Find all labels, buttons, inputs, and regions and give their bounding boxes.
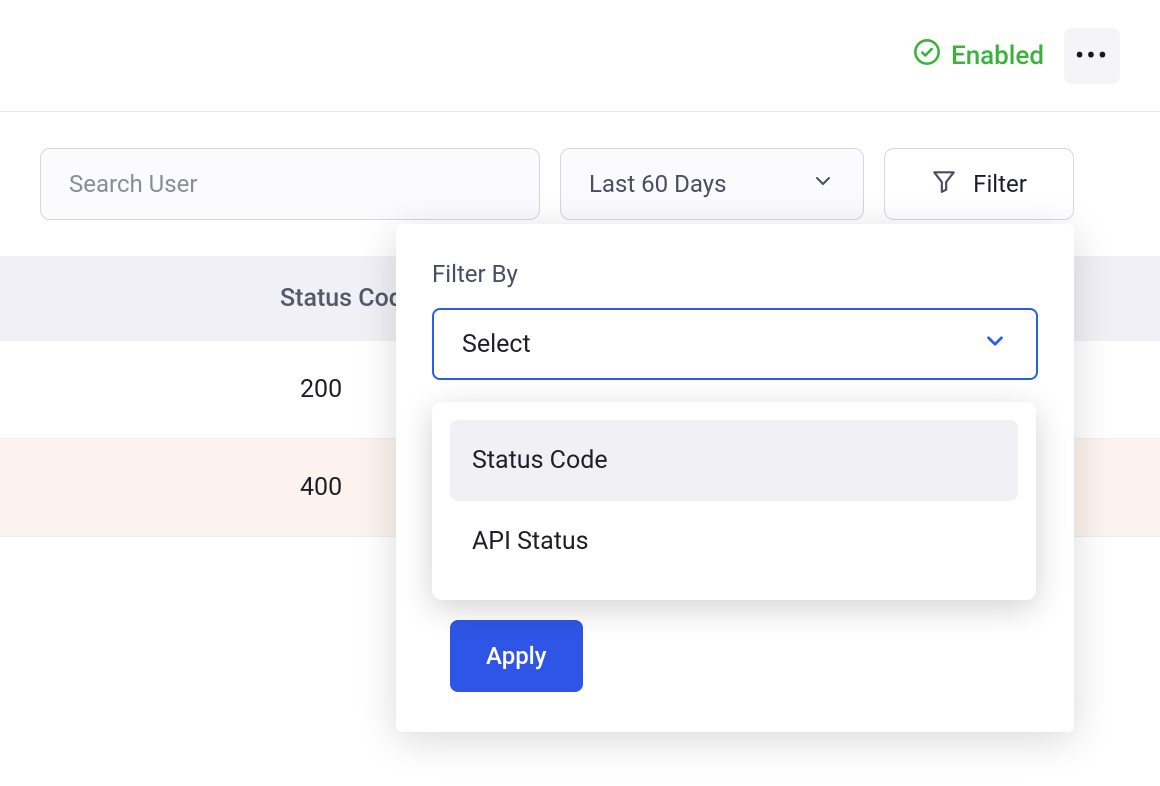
- status-label: Enabled: [951, 41, 1044, 71]
- apply-label: Apply: [486, 642, 547, 670]
- more-horizontal-icon: •••: [1075, 39, 1109, 72]
- option-label: API Status: [472, 527, 589, 556]
- filter-icon: [931, 168, 957, 200]
- filter-button[interactable]: Filter: [884, 148, 1074, 220]
- dropdown-option-api-status[interactable]: API Status: [450, 501, 1018, 582]
- apply-button[interactable]: Apply: [450, 620, 583, 692]
- search-input[interactable]: [40, 148, 540, 220]
- top-bar: Enabled •••: [0, 0, 1160, 112]
- more-button[interactable]: •••: [1064, 28, 1120, 84]
- status-badge: Enabled: [913, 38, 1044, 73]
- chevron-down-icon: [811, 169, 835, 199]
- filter-select-value: Select: [462, 330, 531, 359]
- filter-select[interactable]: Select: [432, 308, 1038, 380]
- filter-label: Filter: [973, 170, 1027, 198]
- dropdown-panel: Status Code API Status: [432, 402, 1036, 600]
- chevron-down-icon: [982, 328, 1008, 361]
- filter-popover: Filter By Select Status Code API Status …: [396, 224, 1074, 732]
- option-label: Status Code: [472, 446, 608, 475]
- filter-by-label: Filter By: [432, 260, 1038, 288]
- dropdown-option-status-code[interactable]: Status Code: [450, 420, 1018, 501]
- date-range-label: Last 60 Days: [589, 170, 726, 198]
- date-range-select[interactable]: Last 60 Days: [560, 148, 864, 220]
- check-circle-icon: [913, 38, 941, 73]
